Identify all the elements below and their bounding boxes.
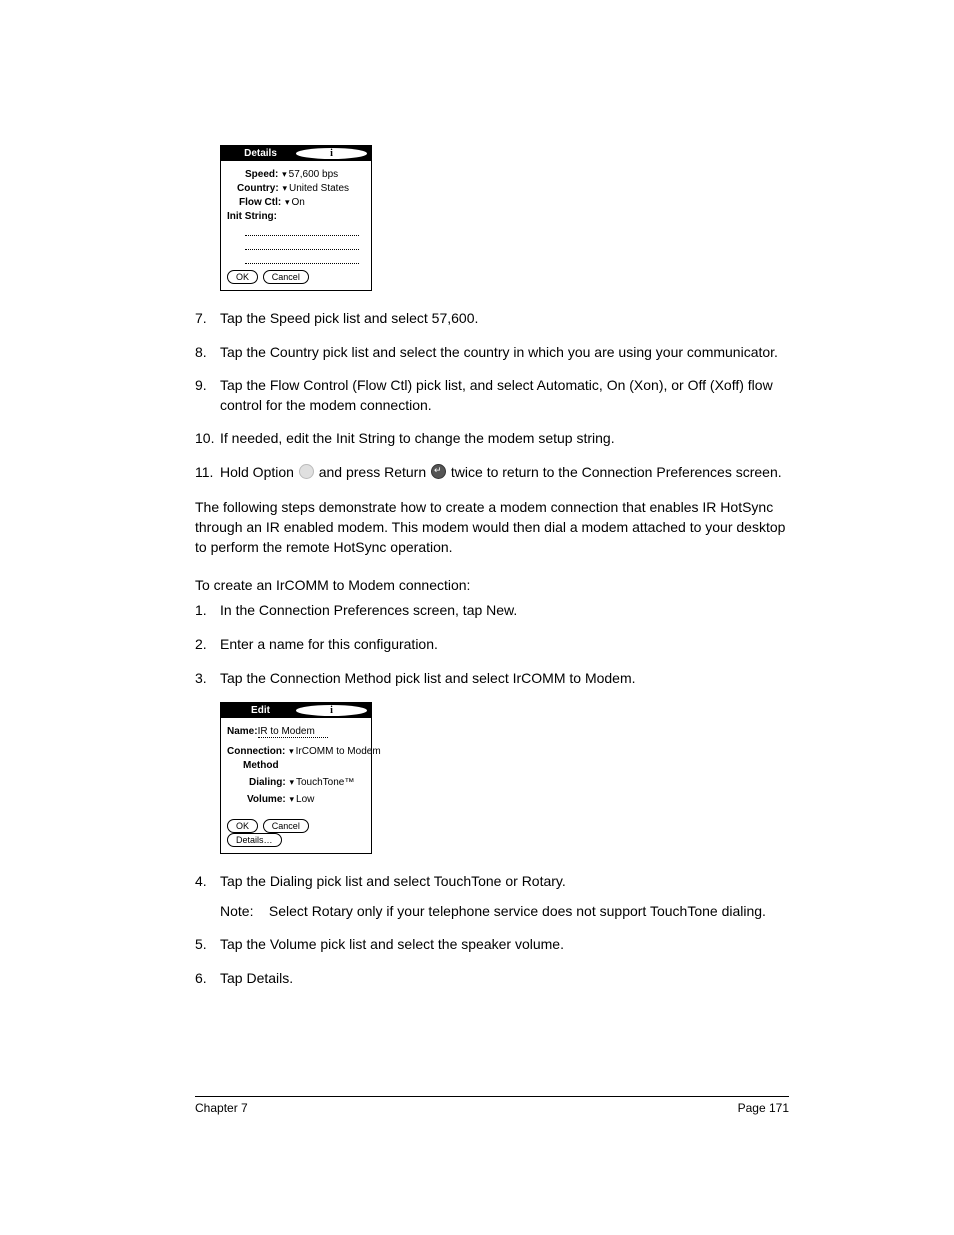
step-text: Enter a name for this configuration. [220, 635, 789, 655]
init-string-line3[interactable] [245, 253, 359, 264]
step-number: 11. [195, 463, 220, 483]
method-label: Method [243, 760, 279, 771]
info-icon: i [296, 705, 367, 716]
volume-picklist[interactable]: Low [289, 794, 315, 805]
footer-chapter: Chapter 7 [195, 1101, 248, 1115]
ok-button[interactable]: OK [227, 819, 258, 833]
dialog-titlebar: Details i [221, 146, 371, 161]
step-number: 2. [195, 635, 220, 655]
cancel-button[interactable]: Cancel [263, 270, 309, 284]
note-label: Note: [220, 902, 265, 922]
step-number: 7. [195, 309, 220, 329]
palm-details-dialog: Details i Speed: 57,600 bps Country: Uni… [220, 145, 372, 291]
info-icon: i [296, 148, 367, 159]
dialog-title: Edit [225, 705, 296, 716]
footer-page: Page 171 [738, 1101, 789, 1115]
step-number: 8. [195, 343, 220, 363]
flowctl-picklist[interactable]: On [284, 197, 305, 208]
details-button[interactable]: Details… [227, 833, 282, 847]
init-string-line1[interactable] [245, 225, 359, 236]
country-picklist[interactable]: United States [281, 183, 349, 194]
step-text: Hold Option and press Return twice to re… [220, 463, 789, 483]
paragraph: The following steps demonstrate how to c… [195, 497, 789, 558]
note-text: Select Rotary only if your telephone ser… [269, 903, 766, 919]
steps-list-2: 1. In the Connection Preferences screen,… [195, 601, 789, 688]
step-text: Tap the Volume pick list and select the … [220, 935, 789, 955]
speed-label: Speed: [245, 169, 278, 180]
dialog-title: Details [225, 148, 296, 159]
init-string-line2[interactable] [245, 239, 359, 250]
option-key-icon [299, 464, 314, 479]
step-number: 10. [195, 429, 220, 449]
step-number: 5. [195, 935, 220, 955]
step-number: 9. [195, 376, 220, 415]
step-text: In the Connection Preferences screen, ta… [220, 601, 789, 621]
step-text: Tap the Speed pick list and select 57,60… [220, 309, 789, 329]
country-label: Country: [237, 183, 279, 194]
steps-list-1: 7. Tap the Speed pick list and select 57… [195, 309, 789, 483]
name-label: Name: [227, 726, 258, 737]
dialing-label: Dialing: [249, 777, 286, 788]
palm-edit-dialog: Edit i Name:IR to Modem Connection: IrCO… [220, 702, 372, 854]
step-text: Tap the Connection Method pick list and … [220, 669, 789, 689]
step-number: 3. [195, 669, 220, 689]
step-number: 6. [195, 969, 220, 989]
name-field[interactable]: IR to Modem [258, 726, 328, 738]
volume-label: Volume: [247, 794, 286, 805]
page-footer: Chapter 7 Page 171 [195, 1096, 789, 1115]
step-text: Tap the Country pick list and select the… [220, 343, 789, 363]
cancel-button[interactable]: Cancel [263, 819, 309, 833]
subheading: To create an IrCOMM to Modem connection: [195, 577, 789, 593]
dialog-titlebar: Edit i [221, 703, 371, 718]
dialing-picklist[interactable]: TouchTone™ [288, 777, 354, 788]
flowctl-label: Flow Ctl: [239, 197, 281, 208]
step-number: 4. [195, 872, 220, 921]
ok-button[interactable]: OK [227, 270, 258, 284]
return-key-icon [431, 464, 446, 479]
step-text: Tap the Flow Control (Flow Ctl) pick lis… [220, 376, 789, 415]
init-string-label: Init String: [227, 211, 277, 222]
connection-label: Connection: [227, 746, 285, 757]
step-text: Tap the Dialing pick list and select Tou… [220, 872, 789, 921]
speed-picklist[interactable]: 57,600 bps [281, 169, 338, 180]
step-text: If needed, edit the Init String to chang… [220, 429, 789, 449]
steps-list-3: 4. Tap the Dialing pick list and select … [195, 872, 789, 988]
connection-method-picklist[interactable]: IrCOMM to Modem [288, 746, 381, 757]
step-text: Tap Details. [220, 969, 789, 989]
step-number: 1. [195, 601, 220, 621]
